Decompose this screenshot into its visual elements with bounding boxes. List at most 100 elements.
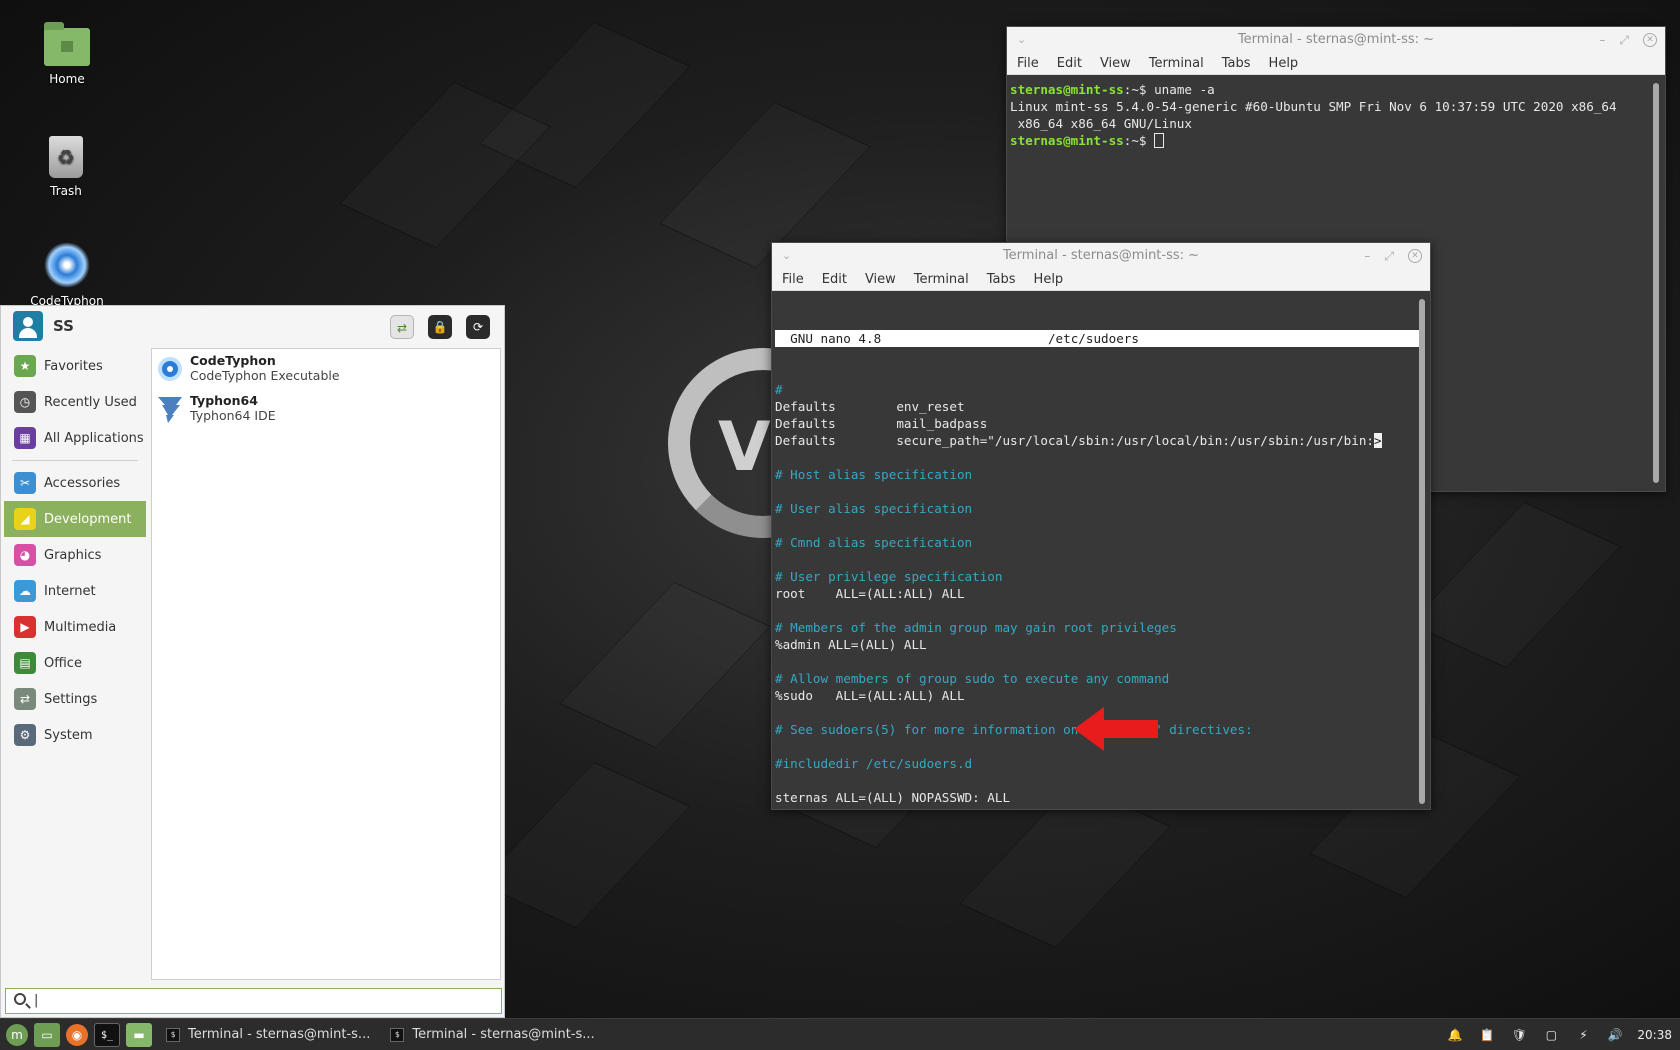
menu-help[interactable]: Help bbox=[1034, 269, 1064, 290]
menu-tabs[interactable]: Tabs bbox=[987, 269, 1016, 290]
category-all-applications[interactable]: ▦ All Applications bbox=[4, 420, 146, 456]
avatar[interactable] bbox=[13, 311, 43, 341]
terminal-menubar: File Edit View Terminal Tabs Help bbox=[1007, 53, 1665, 75]
maximize-icon[interactable]: ⤢ bbox=[1384, 243, 1394, 269]
shield-icon[interactable]: 🛡 bbox=[1509, 1028, 1529, 1042]
category-graphics[interactable]: ◕ Graphics bbox=[4, 537, 146, 573]
category-list: ★ Favorites ◷ Recently Used ▦ All Application… bbox=[4, 348, 146, 753]
nano-comment-line: # bbox=[775, 382, 783, 397]
cloud-icon: ☁ bbox=[14, 580, 36, 602]
menu-view[interactable]: View bbox=[1100, 53, 1131, 74]
menu-file[interactable]: File bbox=[1017, 53, 1039, 74]
taskbar-task-terminal-1[interactable]: $ Terminal - sternas@mint-s... bbox=[160, 1022, 376, 1048]
desktop-icon-trash[interactable]: ♻ Trash bbox=[16, 136, 116, 198]
grid-icon: ▦ bbox=[14, 427, 36, 449]
start-menu: SS ⇄ 🔒 ⟳ ★ Favorites ◷ Recently Used ▦ All Ap… bbox=[0, 305, 505, 1018]
menu-terminal[interactable]: Terminal bbox=[1149, 53, 1204, 74]
nano-code-line: %sudo ALL=(ALL:ALL) ALL bbox=[775, 688, 965, 703]
window-menu-icon[interactable]: ⌄ bbox=[1017, 27, 1026, 53]
nano-comment-line: # User alias specification bbox=[775, 501, 973, 516]
codetyphon-swirl bbox=[167, 366, 173, 372]
category-favorites[interactable]: ★ Favorites bbox=[4, 348, 146, 384]
nano-code-line bbox=[775, 772, 1419, 789]
menu-file[interactable]: File bbox=[782, 269, 804, 290]
category-development[interactable]: ◢ Development bbox=[4, 501, 146, 537]
menu-view[interactable]: View bbox=[865, 269, 896, 290]
menu-edit[interactable]: Edit bbox=[822, 269, 847, 290]
category-settings[interactable]: ⇄ Settings bbox=[4, 681, 146, 717]
terminal-icon: $ bbox=[390, 1027, 405, 1042]
minimize-icon[interactable]: – bbox=[1599, 27, 1605, 53]
nano-code-line bbox=[775, 517, 1419, 534]
category-separator bbox=[12, 460, 138, 461]
terminal-line: sternas@mint-ss:~$ bbox=[1010, 132, 1656, 149]
scrollbar[interactable] bbox=[1419, 299, 1425, 804]
search-icon bbox=[14, 993, 26, 1005]
scissors-icon: ✂ bbox=[14, 472, 36, 494]
nano-comment-line: # Cmnd alias specification bbox=[775, 535, 973, 550]
window-menu-icon[interactable]: ⌄ bbox=[782, 243, 791, 269]
nano-code-line bbox=[775, 483, 1419, 500]
menu-edit[interactable]: Edit bbox=[1057, 53, 1082, 74]
settings-toggle-icon[interactable]: ⇄ bbox=[390, 315, 414, 339]
nano-comment-line: # Host alias specification bbox=[775, 467, 973, 482]
gear-icon: ⚙ bbox=[14, 724, 36, 746]
clock[interactable]: 20:38 bbox=[1637, 1028, 1672, 1042]
nano-code-line bbox=[775, 602, 1419, 619]
codetyphon-icon bbox=[44, 242, 90, 288]
terminal-menubar: File Edit View Terminal Tabs Help bbox=[772, 269, 1430, 291]
system-tray: 🔔 📋 🛡 ▢ ⚡ 🔊 20:38 bbox=[1445, 1019, 1680, 1050]
window-titlebar[interactable]: ⌄ Terminal - sternas@mint-ss: ~ – ⤢ ✕ bbox=[1007, 27, 1665, 53]
firefox-icon[interactable]: ◉ bbox=[66, 1023, 88, 1046]
window-title: Terminal - sternas@mint-ss: ~ bbox=[1002, 248, 1200, 263]
nano-code-line: Defaults secure_path="/usr/local/sbin:/u… bbox=[775, 433, 1382, 448]
logout-icon[interactable]: ⟳ bbox=[466, 315, 490, 339]
category-multimedia[interactable]: ▶ Multimedia bbox=[4, 609, 146, 645]
category-internet[interactable]: ☁ Internet bbox=[4, 573, 146, 609]
scrollbar[interactable] bbox=[1653, 83, 1659, 483]
nano-code-line bbox=[775, 653, 1419, 670]
window-titlebar[interactable]: ⌄ Terminal - sternas@mint-ss: ~ – ⤢ ✕ bbox=[772, 243, 1430, 269]
annotation-arrow-icon bbox=[1074, 707, 1158, 751]
play-icon: ▶ bbox=[14, 616, 36, 638]
toggle-icon: ⇄ bbox=[14, 688, 36, 710]
volume-icon[interactable]: 🔊 bbox=[1605, 1028, 1625, 1042]
menu-terminal[interactable]: Terminal bbox=[914, 269, 969, 290]
taskbar: m ▭ ◉ $_ ▬ $ Terminal - sternas@mint-s..… bbox=[0, 1018, 1680, 1050]
category-system[interactable]: ⚙ System bbox=[4, 717, 146, 753]
files-launcher-icon[interactable]: ▬ bbox=[126, 1022, 152, 1047]
minimize-icon[interactable]: – bbox=[1364, 243, 1370, 269]
desktop-icon-codetyphon[interactable]: CodeTyphon bbox=[17, 242, 117, 308]
tornado-icon bbox=[158, 397, 182, 423]
app-item-codetyphon[interactable]: CodeTyphon CodeTyphon Executable bbox=[152, 349, 500, 389]
wrench-icon: ◢ bbox=[14, 508, 36, 530]
window-list-icon[interactable]: ▢ bbox=[1541, 1028, 1561, 1042]
maximize-icon[interactable]: ⤢ bbox=[1619, 27, 1629, 53]
category-accessories[interactable]: ✂ Accessories bbox=[4, 465, 146, 501]
overflow-marker: > bbox=[1373, 433, 1382, 448]
category-recently-used[interactable]: ◷ Recently Used bbox=[4, 384, 146, 420]
app-item-typhon64[interactable]: Typhon64 Typhon64 IDE bbox=[152, 389, 500, 429]
nano-code-line: root ALL=(ALL:ALL) ALL bbox=[775, 586, 965, 601]
trash-icon: ♻ bbox=[49, 136, 83, 178]
search-input[interactable]: | bbox=[5, 988, 502, 1014]
taskbar-task-terminal-2[interactable]: $ Terminal - sternas@mint-s... bbox=[384, 1022, 600, 1048]
close-icon[interactable]: ✕ bbox=[1643, 33, 1657, 47]
menu-tabs[interactable]: Tabs bbox=[1222, 53, 1251, 74]
notifications-icon[interactable]: 🔔 bbox=[1445, 1028, 1465, 1042]
palette-icon: ◕ bbox=[14, 544, 36, 566]
app-list: CodeTyphon CodeTyphon Executable Typhon6… bbox=[151, 348, 501, 980]
menu-help[interactable]: Help bbox=[1269, 53, 1299, 74]
close-icon[interactable]: ✕ bbox=[1408, 249, 1422, 263]
desktop-icon-home[interactable]: Home bbox=[17, 22, 117, 86]
terminal-launcher-icon[interactable]: $_ bbox=[94, 1022, 120, 1047]
category-office[interactable]: ▤ Office bbox=[4, 645, 146, 681]
lock-icon[interactable]: 🔒 bbox=[428, 315, 452, 339]
codetyphon-icon bbox=[158, 357, 182, 381]
mint-menu-icon[interactable]: m bbox=[6, 1023, 28, 1046]
power-icon[interactable]: ⚡ bbox=[1573, 1028, 1593, 1042]
clipboard-icon[interactable]: 📋 bbox=[1477, 1028, 1497, 1042]
terminal-line: sternas@mint-ss:~$ uname -a bbox=[1010, 82, 1215, 97]
show-desktop-icon[interactable]: ▭ bbox=[34, 1022, 60, 1047]
nano-code-line: Defaults env_reset bbox=[775, 399, 965, 414]
